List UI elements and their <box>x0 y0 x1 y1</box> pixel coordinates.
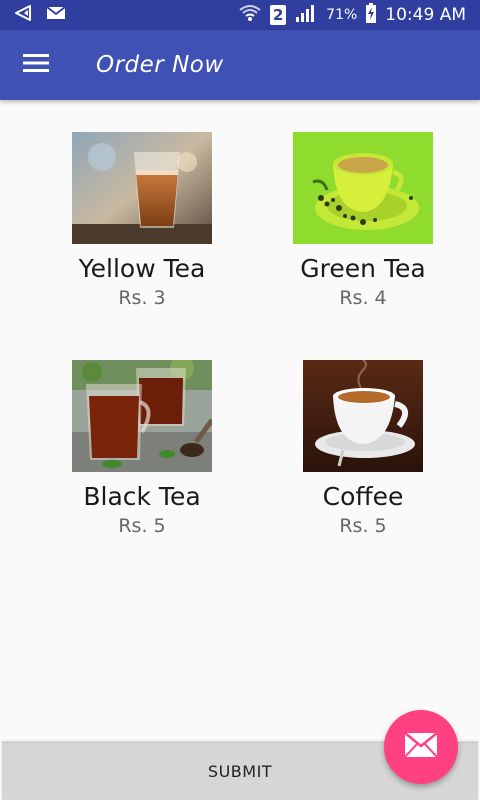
volume-icon <box>14 4 34 26</box>
page-title: Order Now <box>96 52 224 78</box>
item-name: Yellow Tea <box>78 254 206 283</box>
item-price: Rs. 3 <box>118 287 166 309</box>
item-price: Rs. 5 <box>339 515 387 537</box>
menu-item-coffee[interactable]: Coffee Rs. 5 <box>253 360 473 537</box>
signal-icon <box>294 3 318 27</box>
menu-button[interactable] <box>0 30 72 100</box>
item-price: Rs. 4 <box>339 287 387 309</box>
clock: 10:49 AM <box>385 5 466 25</box>
app-bar: Order Now <box>0 30 480 100</box>
status-left <box>14 4 66 26</box>
hamburger-menu-icon <box>23 53 49 77</box>
item-price: Rs. 5 <box>118 515 166 537</box>
black-tea-image <box>72 360 212 472</box>
menu-item-black-tea[interactable]: Black Tea Rs. 5 <box>32 360 252 537</box>
item-name: Black Tea <box>83 482 201 511</box>
battery-percent: 71% <box>326 7 358 23</box>
menu-item-yellow-tea[interactable]: Yellow Tea Rs. 3 <box>32 132 252 309</box>
item-name: Coffee <box>322 482 404 511</box>
coffee-image <box>303 360 423 472</box>
item-name: Green Tea <box>300 254 426 283</box>
email-notification-icon <box>46 5 66 25</box>
email-fab-button[interactable] <box>384 710 458 784</box>
wifi-icon <box>238 3 262 27</box>
menu-item-green-tea[interactable]: Green Tea Rs. 4 <box>253 132 473 309</box>
yellow-tea-image <box>72 132 212 244</box>
status-bar: 2 71% 10:49 AM <box>0 0 480 30</box>
battery-charging-icon <box>365 3 377 27</box>
sim-slot-badge: 2 <box>270 5 287 25</box>
green-tea-image <box>293 132 433 244</box>
mail-icon <box>404 732 438 762</box>
status-right: 2 71% 10:49 AM <box>238 3 466 27</box>
